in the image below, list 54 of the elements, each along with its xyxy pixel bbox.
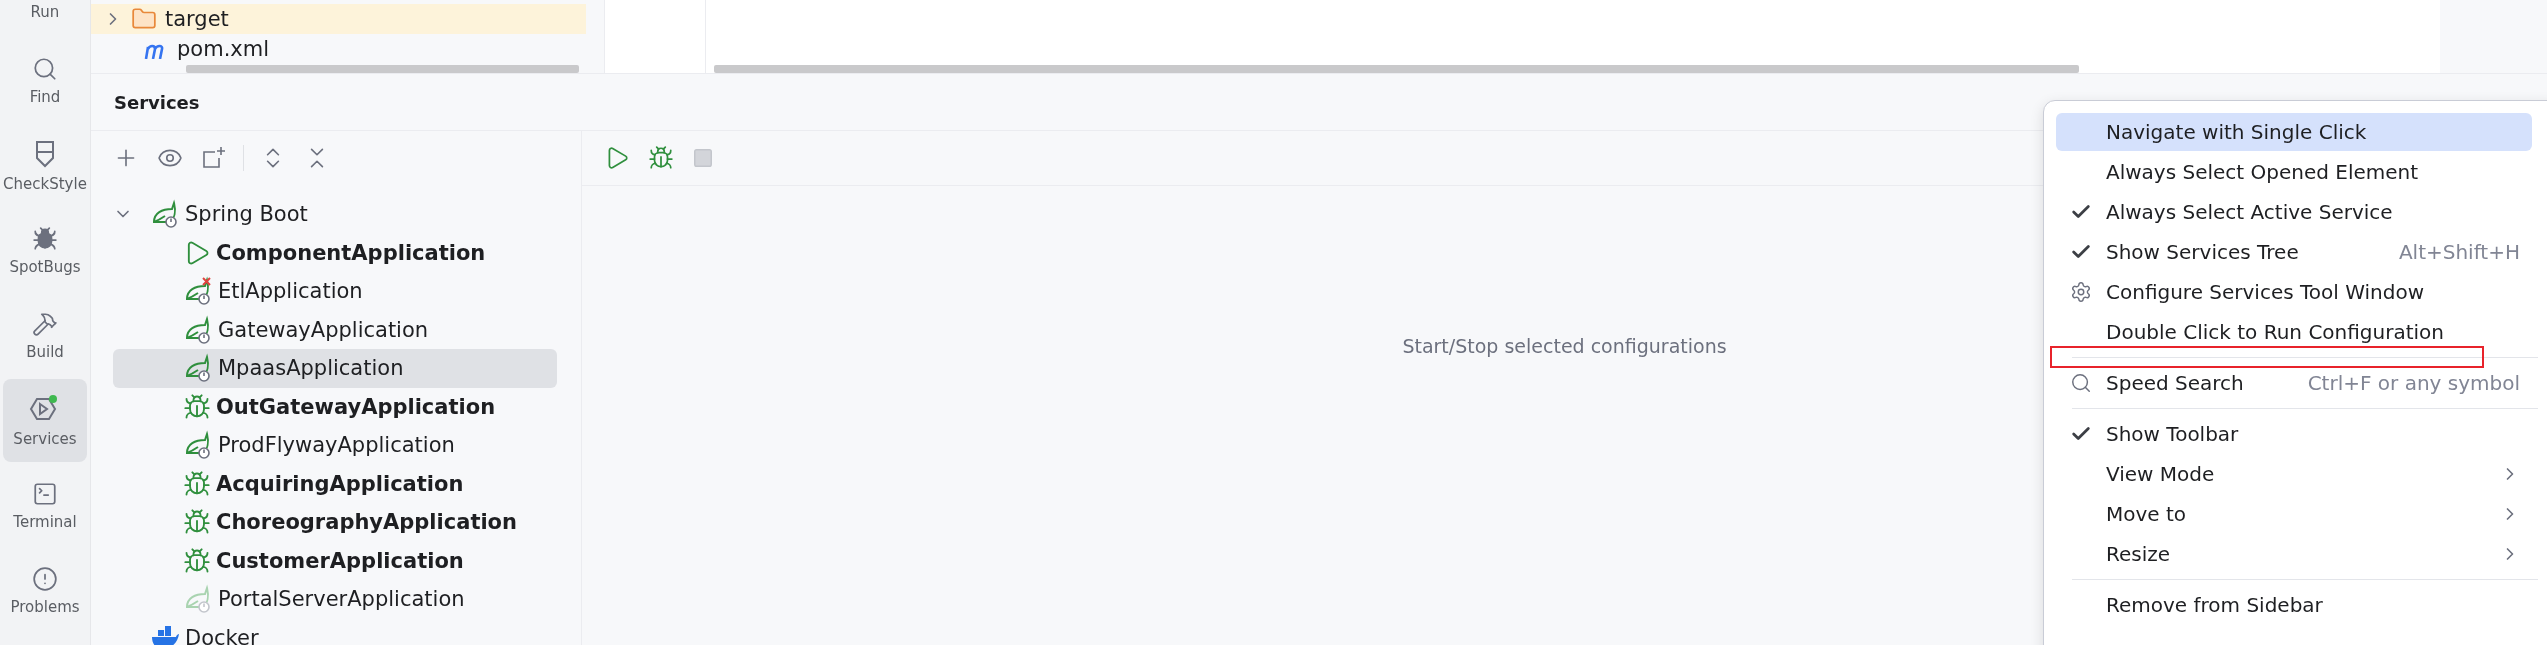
- empty-state-text: Start/Stop selected configurations: [1402, 334, 1727, 357]
- scrollbar[interactable]: [186, 65, 579, 73]
- tree-row[interactable]: ComponentApplication: [113, 233, 557, 272]
- tool-window-button[interactable]: Build: [3, 294, 87, 377]
- whale-icon: [150, 624, 180, 645]
- pen-icon: [34, 138, 56, 169]
- scrollbar[interactable]: [714, 65, 2079, 73]
- menu-item[interactable]: Remove from Sidebar: [2056, 586, 2532, 624]
- menu-item[interactable]: View Mode: [2056, 455, 2532, 493]
- panel-title: Services: [114, 91, 200, 113]
- tree-row[interactable]: AcquiringApplication: [113, 464, 557, 503]
- tool-window-button[interactable]: Problems: [3, 549, 87, 632]
- menu-item[interactable]: Show Toolbar: [2056, 415, 2532, 453]
- menu-item[interactable]: Always Select Opened Element: [2056, 153, 2532, 191]
- menu-item[interactable]: Navigate with Single Click: [2056, 113, 2532, 151]
- menu-item[interactable]: Show Services Tree Alt+Shift+H: [2056, 233, 2532, 271]
- shortcut-text: Ctrl+F or any symbol: [2307, 371, 2520, 395]
- menu-item[interactable]: Move to: [2056, 495, 2532, 533]
- tree-row[interactable]: CustomerApplication: [113, 541, 557, 580]
- tool-window-button[interactable]: Run: [3, 0, 87, 37]
- tree-item[interactable]: Docker: [185, 625, 259, 645]
- hammer-icon: [32, 310, 58, 337]
- menu-item[interactable]: Always Select Active Service: [2056, 193, 2532, 231]
- menu-item[interactable]: Double Click to Run Configuration: [2056, 313, 2532, 351]
- shortcut-text: Alt+Shift+H: [2398, 240, 2520, 264]
- terminal-icon: [32, 480, 58, 507]
- tool-window-button[interactable]: Find: [3, 39, 87, 122]
- stop-icon: [692, 147, 714, 169]
- tool-window-button[interactable]: SpotBugs: [3, 209, 87, 292]
- tree-row[interactable]: GatewayApplication: [113, 310, 557, 349]
- menu-item[interactable]: Configure Services Tool Window: [2056, 273, 2532, 311]
- tree-row[interactable]: ProdFlywayApplication: [113, 426, 557, 465]
- new-tab-icon: [201, 145, 227, 171]
- search-icon: [32, 55, 58, 82]
- tree-row[interactable]: MpaasApplication: [113, 349, 557, 388]
- folder-icon: [131, 6, 157, 32]
- warning-icon: [32, 565, 58, 592]
- project-tree-row[interactable]: target: [91, 4, 586, 34]
- tree-row[interactable]: ChoreographyApplication: [113, 503, 557, 542]
- tool-window-button[interactable]: CheckStyle: [3, 124, 87, 207]
- spring-icon: [150, 199, 180, 230]
- tree-item[interactable]: Spring Boot: [185, 202, 308, 227]
- bug-icon: [648, 145, 674, 171]
- project-tree-row[interactable]: pom.xml: [91, 34, 586, 64]
- tree-row[interactable]: PortalServerApplication: [113, 580, 557, 619]
- tool-window-button[interactable]: Services: [3, 379, 87, 462]
- settings-icon: [2070, 281, 2092, 303]
- menu-item[interactable]: Speed Search Ctrl+F or any symbol: [2056, 364, 2532, 402]
- search-icon: [2070, 372, 2092, 394]
- tree-row[interactable]: EtlApplication: [113, 272, 557, 311]
- bug-icon: [32, 225, 58, 252]
- tool-window-button[interactable]: Terminal: [3, 464, 87, 547]
- menu-item[interactable]: Resize: [2056, 535, 2532, 573]
- tree-row[interactable]: OutGatewayApplication: [113, 387, 557, 426]
